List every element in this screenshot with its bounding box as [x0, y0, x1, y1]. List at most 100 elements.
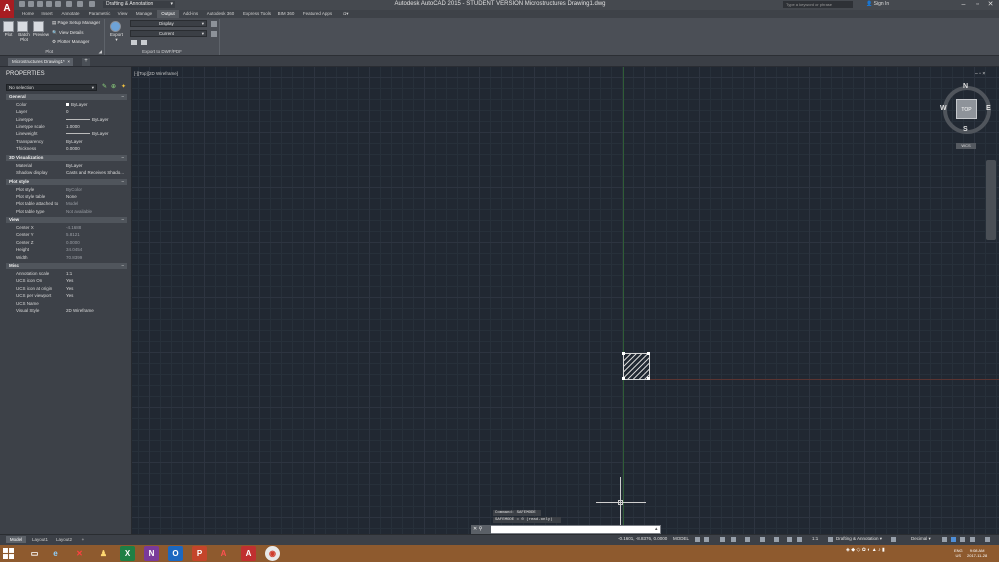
tab-layout1[interactable]: Layout1: [29, 536, 51, 543]
grid-icon[interactable]: [695, 537, 700, 542]
save-icon[interactable]: [37, 1, 43, 7]
section-plot-style[interactable]: Plot style –: [6, 179, 127, 185]
windows-start-icon[interactable]: [3, 548, 14, 559]
isolate-objects-icon[interactable]: [951, 537, 956, 542]
annotation-scale[interactable]: 1:1: [812, 536, 818, 541]
recent-commands-dropdown[interactable]: ▴: [655, 526, 660, 533]
autocad-active-icon[interactable]: A: [241, 546, 256, 561]
tray-app4-icon[interactable]: ◐: [867, 547, 870, 553]
command-line-buttons[interactable]: ✕ ⚲: [471, 525, 491, 534]
page-setup-select[interactable]: Current ▾: [130, 30, 207, 37]
compass-west[interactable]: W: [940, 105, 947, 112]
hardware-acceleration-icon[interactable]: [960, 537, 965, 542]
tray-app2-icon[interactable]: ◇: [857, 547, 861, 553]
grip[interactable]: [622, 352, 625, 355]
workspace-switch[interactable]: Drafting & Annotation ▾: [836, 536, 882, 542]
application-menu-button[interactable]: A: [0, 0, 14, 18]
powerpoint-icon[interactable]: P: [192, 546, 207, 561]
tab-add-ins[interactable]: Add-ins: [180, 10, 201, 18]
close-icon[interactable]: ×: [67, 58, 73, 66]
search-input[interactable]: Type a keyword or phrase: [783, 1, 853, 8]
restore-icon[interactable]: ▫: [979, 71, 981, 77]
prop-value[interactable]: None: [66, 194, 77, 199]
viewport-controls-label[interactable]: [-][Top][2D Wireframe]: [134, 71, 178, 76]
new-tab-button[interactable]: +: [82, 58, 90, 66]
app-figure-icon[interactable]: ♟: [96, 546, 111, 561]
quick-select-icon[interactable]: ✦: [120, 84, 127, 91]
select-objects-icon[interactable]: ⊕: [110, 84, 117, 91]
compass-east[interactable]: E: [986, 105, 991, 112]
workspace-dropdown[interactable]: Drafting & Annotation ▾: [103, 1, 175, 8]
export-button[interactable]: Export ▾: [110, 21, 123, 43]
prop-value[interactable]: 0.0000: [66, 146, 80, 151]
clock[interactable]: 9:08 AM 2017-11-28: [967, 548, 987, 558]
outlook-icon[interactable]: O: [168, 546, 183, 561]
ribbon-options-button[interactable]: ◘▾: [340, 10, 352, 18]
quick-properties-icon[interactable]: [942, 537, 947, 542]
excel-icon[interactable]: X: [120, 546, 135, 561]
section-3d-visualization[interactable]: 3D Visualization –: [6, 155, 127, 161]
maximize-button[interactable]: ▫: [972, 0, 983, 9]
page-setup-options-icon[interactable]: [211, 31, 217, 37]
view-details-button[interactable]: 🔍 View Details: [52, 30, 84, 36]
prop-value[interactable]: ByLayer: [66, 131, 109, 136]
osnap-icon[interactable]: [745, 537, 750, 542]
save-as-icon[interactable]: [46, 1, 52, 7]
wcs-menu[interactable]: WCS: [956, 143, 976, 149]
prop-value[interactable]: ByLayer: [66, 102, 88, 107]
clean-screen-icon[interactable]: [970, 537, 975, 542]
markup-icon[interactable]: [141, 40, 147, 45]
page-setup-manager-button[interactable]: ▤ Page Setup Manager: [52, 20, 100, 26]
system-tray[interactable]: ◈ ◆ ◇ ✿ ◐ ▲ ♪ ▮: [846, 547, 885, 553]
minimize-button[interactable]: –: [958, 0, 969, 9]
units-selector[interactable]: Decimal ▾: [911, 536, 931, 542]
drawing-canvas[interactable]: [132, 67, 999, 534]
lineweight-icon[interactable]: [774, 537, 779, 542]
tab-featured-apps[interactable]: Featured Apps: [299, 10, 336, 18]
tab-annotate[interactable]: Annotate: [58, 10, 83, 18]
tab-model[interactable]: Model: [6, 536, 26, 543]
plot-button[interactable]: Plot: [3, 21, 14, 37]
edge-icon[interactable]: e: [48, 546, 63, 561]
hatched-rectangle[interactable]: [623, 353, 650, 380]
viewcube-top-face[interactable]: TOP: [956, 99, 977, 119]
workspace-switch-icon[interactable]: [828, 537, 833, 542]
tab-manage[interactable]: Manage: [133, 10, 155, 18]
document-tab[interactable]: Microstructures Drawing1* ×: [8, 58, 73, 66]
prop-value[interactable]: Yes: [66, 286, 73, 291]
app-x-icon[interactable]: ✕: [72, 546, 87, 561]
tab-home[interactable]: Home: [19, 10, 37, 18]
toggle-pickadd-icon[interactable]: ✎: [101, 84, 108, 91]
redo-icon[interactable]: [77, 1, 83, 7]
prop-value[interactable]: 2D Wireframe: [66, 308, 94, 313]
selection-dropdown[interactable]: No selection ▾: [6, 84, 97, 91]
export-options-icon[interactable]: [211, 21, 217, 27]
tray-battery-icon[interactable]: ▮: [882, 547, 885, 553]
export-display-select[interactable]: Display ▾: [130, 20, 207, 27]
tab-view[interactable]: View: [115, 10, 130, 18]
section-misc[interactable]: Misc –: [6, 263, 127, 269]
coordinates-readout[interactable]: -0.1601, -8.8376, 0.0000: [618, 536, 667, 541]
snap-icon[interactable]: [704, 537, 709, 542]
tab-insert[interactable]: Insert: [38, 10, 56, 18]
undo-icon[interactable]: [66, 1, 72, 7]
tray-app3-icon[interactable]: ✿: [862, 547, 866, 553]
navigation-bar[interactable]: [986, 160, 996, 240]
polar-icon[interactable]: [731, 537, 736, 542]
section-general[interactable]: General –: [6, 94, 127, 100]
command-input[interactable]: [493, 526, 653, 533]
tray-shield-icon[interactable]: ◈: [846, 547, 850, 553]
tab-autodesk-360[interactable]: Autodesk 360: [203, 10, 238, 18]
auto-scale-icon[interactable]: [797, 537, 802, 542]
autocad-icon[interactable]: A: [216, 546, 231, 561]
tray-app-icon[interactable]: ◆: [851, 547, 855, 553]
tab-output[interactable]: Output: [157, 10, 179, 18]
prop-value[interactable]: ByLayer: [66, 117, 109, 122]
tab-express-tools[interactable]: Express Tools: [240, 10, 274, 18]
tray-network-icon[interactable]: ▲: [872, 547, 877, 553]
prop-value[interactable]: Yes: [66, 278, 73, 283]
section-view[interactable]: View –: [6, 217, 127, 223]
compass-south[interactable]: S: [963, 126, 968, 133]
prop-value[interactable]: Yes: [66, 293, 73, 298]
prop-value[interactable]: Casts and Receives Shado...: [66, 170, 124, 175]
